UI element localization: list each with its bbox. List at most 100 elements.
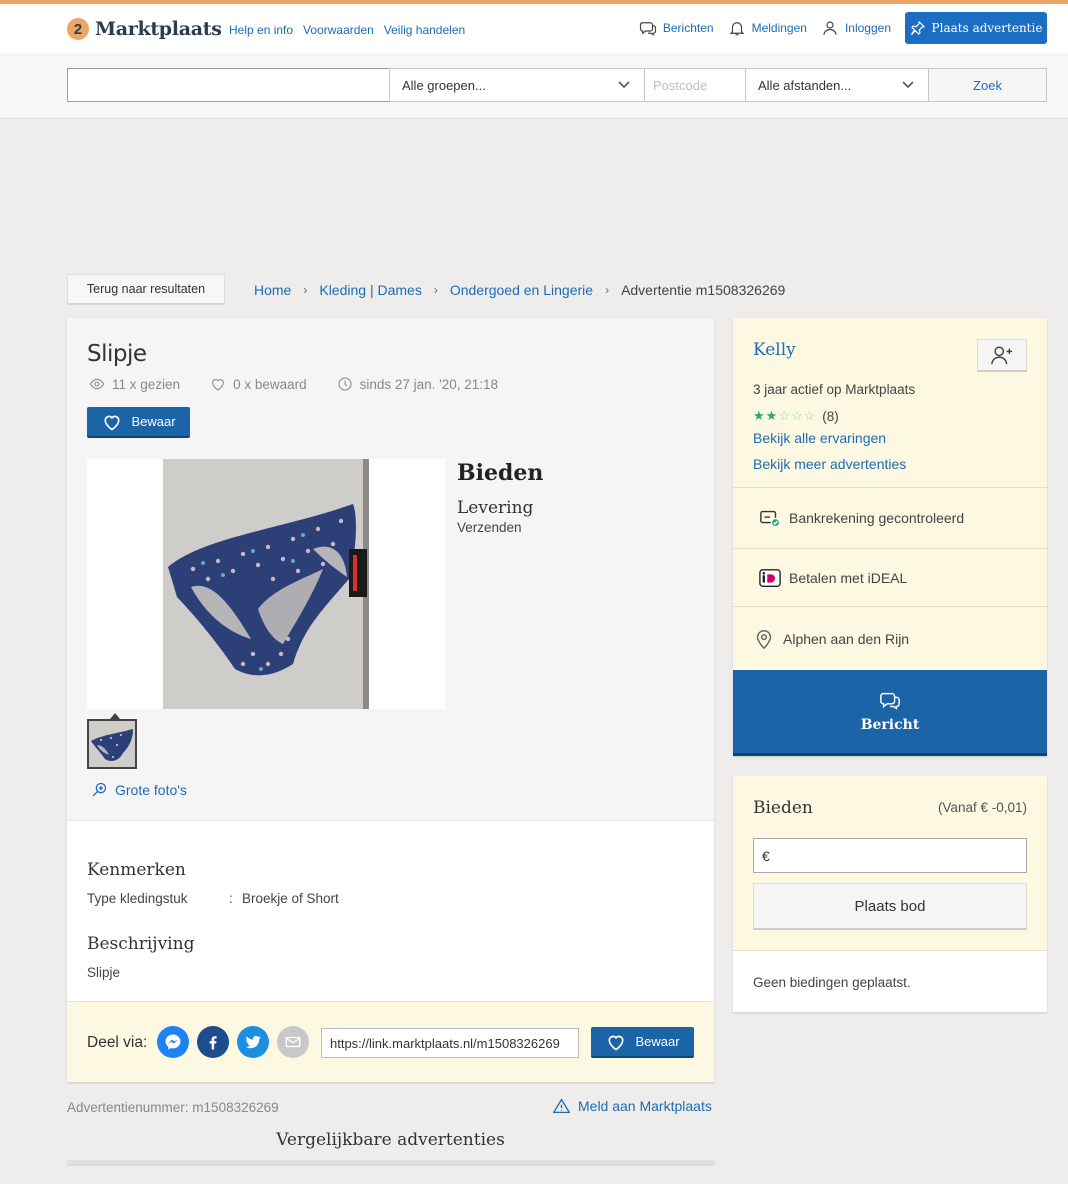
- rating-count: (8): [822, 408, 839, 424]
- currency-symbol: €: [762, 847, 770, 864]
- marktplaats-logo[interactable]: 2 Marktplaats: [67, 18, 222, 40]
- ad-number: Advertentienummer: m1508326269: [67, 1100, 279, 1115]
- pin-icon: [910, 20, 925, 36]
- breadcrumb-separator: ›: [433, 283, 438, 297]
- location-row: Alphen aan den Rijn: [733, 606, 1047, 670]
- message-seller-button[interactable]: Bericht: [733, 670, 1047, 756]
- all-reviews-link[interactable]: Bekijk alle ervaringen: [753, 430, 886, 446]
- search-button[interactable]: Zoek: [928, 68, 1047, 102]
- heart-icon: [104, 415, 120, 430]
- ideal-icon: [759, 568, 781, 587]
- chat-icon: [639, 22, 656, 36]
- messenger-icon: [165, 1034, 181, 1050]
- bell-icon: [729, 22, 745, 36]
- characteristics-heading: Kenmerken: [87, 860, 186, 880]
- posted-date-label: sinds 27 jan. '20, 21:18: [359, 376, 499, 392]
- facebook-icon: [209, 1036, 217, 1050]
- messenger-share-button[interactable]: [157, 1026, 189, 1058]
- category-select[interactable]: Alle groepen...: [389, 68, 645, 102]
- description-heading: Beschrijving: [87, 934, 195, 954]
- posted-date: sinds 27 jan. '20, 21:18: [337, 376, 498, 392]
- chat-icon: [880, 692, 900, 710]
- bid-heading: Bieden: [753, 798, 813, 818]
- bid-card: Bieden (Vanaf € -0,01) € Plaats bod Geen…: [733, 776, 1047, 1012]
- breadcrumb-kleding-dames[interactable]: Kleding | Dames: [319, 282, 421, 298]
- back-to-results-button[interactable]: Terug naar resultaten: [67, 274, 225, 305]
- breadcrumb-ondergoed[interactable]: Ondergoed en Lingerie: [450, 282, 593, 298]
- save-button[interactable]: Bewaar: [87, 407, 190, 438]
- twitter-share-button[interactable]: [237, 1026, 269, 1058]
- berichten-label: Berichten: [662, 21, 714, 35]
- follow-seller-button[interactable]: [977, 339, 1027, 372]
- saves-count: 0 x bewaard: [210, 376, 307, 392]
- breadcrumb-separator: ›: [303, 283, 308, 297]
- search-input[interactable]: [67, 68, 390, 102]
- seller-card: Kelly 3 jaar actief op Marktplaats ★ ★ ☆…: [733, 318, 1047, 756]
- save-label: Bewaar: [131, 414, 176, 429]
- voorwaarden-link[interactable]: Voorwaarden: [303, 23, 374, 37]
- envelope-icon: [285, 1036, 301, 1048]
- save-label: Bewaar: [635, 1034, 680, 1049]
- user-icon: [823, 21, 837, 35]
- characteristic-row: Type kledingstuk : Broekje of Short: [87, 891, 339, 906]
- add-user-icon: [991, 346, 1013, 365]
- bid-amount-input[interactable]: €: [753, 838, 1027, 873]
- chevron-down-icon: [618, 81, 630, 89]
- large-photos-label: Grote foto's: [115, 781, 187, 798]
- ideal-label: Betalen met iDEAL: [789, 569, 908, 586]
- share-url-field[interactable]: https://link.marktplaats.nl/m1508326269: [321, 1028, 579, 1058]
- more-ads-link[interactable]: Bekijk meer advertenties: [753, 456, 906, 472]
- seller-rating[interactable]: ★ ★ ☆ ☆ ☆ (8): [753, 408, 839, 424]
- heart-icon: [608, 1035, 624, 1050]
- header-actions: Berichten Meldingen Inloggen Plaats adve…: [639, 12, 1047, 44]
- characteristic-key: Type kledingstuk: [87, 891, 188, 906]
- star-outline-icon: ☆: [790, 408, 803, 423]
- place-bid-button[interactable]: Plaats bod: [753, 883, 1027, 930]
- inloggen-link[interactable]: Inloggen: [821, 19, 891, 37]
- eye-icon: [89, 378, 105, 390]
- meldingen-link[interactable]: Meldingen: [728, 19, 807, 37]
- description-text: Slipje: [87, 965, 121, 980]
- no-bids-message: Geen biedingen geplaatst.: [753, 975, 911, 990]
- facebook-share-button[interactable]: [197, 1026, 229, 1058]
- site-header: 2 Marktplaats Help en info Voorwaarden V…: [0, 4, 1068, 53]
- photo-thumbnail[interactable]: [87, 719, 137, 769]
- veilig-handelen-link[interactable]: Veilig handelen: [384, 23, 465, 37]
- post-ad-label: Plaats advertentie: [931, 21, 1043, 35]
- post-ad-button[interactable]: Plaats advertentie: [905, 12, 1047, 44]
- listing-title: Slipje: [87, 341, 147, 367]
- seller-name[interactable]: Kelly: [753, 340, 796, 360]
- chevron-down-icon: [902, 81, 914, 89]
- bid-minimum: (Vanaf € -0,01): [937, 800, 1027, 815]
- star-outline-icon: ☆: [803, 408, 816, 423]
- email-share-button[interactable]: [277, 1026, 309, 1058]
- share-bar: Deel via: https://link.marktplaats.nl/m1…: [67, 1001, 714, 1082]
- category-select-value: Alle groepen...: [402, 77, 486, 93]
- large-photos-link[interactable]: Grote foto's: [91, 781, 187, 798]
- breadcrumb-home[interactable]: Home: [254, 282, 291, 298]
- bank-verified-row: Bankrekening gecontroleerd: [733, 487, 1047, 548]
- star-icon: ★: [765, 408, 778, 423]
- bank-verified-label: Bankrekening gecontroleerd: [789, 510, 965, 526]
- header-links: Help en info Voorwaarden Veilig handelen: [229, 23, 465, 37]
- delivery-heading: Levering: [457, 498, 534, 518]
- message-label: Bericht: [860, 717, 920, 733]
- distance-select[interactable]: Alle afstanden...: [745, 68, 929, 102]
- report-link[interactable]: Meld aan Marktplaats: [553, 1098, 712, 1114]
- seller-active-since: 3 jaar actief op Marktplaats: [753, 382, 916, 397]
- berichten-link[interactable]: Berichten: [639, 19, 714, 37]
- save-button-bottom[interactable]: Bewaar: [591, 1027, 694, 1058]
- product-photo: [163, 459, 369, 709]
- views-label: 11 x gezien: [112, 376, 181, 392]
- logo-text: Marktplaats: [95, 18, 222, 40]
- postcode-input[interactable]: Postcode: [644, 68, 746, 102]
- meldingen-label: Meldingen: [751, 21, 807, 35]
- main-photo-viewer[interactable]: [87, 459, 445, 709]
- help-link[interactable]: Help en info: [229, 23, 293, 37]
- inloggen-label: Inloggen: [844, 21, 891, 35]
- search-bar: Alle groepen... Postcode Alle afstanden.…: [0, 53, 1068, 119]
- heart-icon: [212, 379, 224, 391]
- location-label: Alphen aan den Rijn: [783, 630, 910, 647]
- delivery-value: Verzenden: [457, 520, 522, 535]
- bid-form: Bieden (Vanaf € -0,01) € Plaats bod: [733, 776, 1047, 951]
